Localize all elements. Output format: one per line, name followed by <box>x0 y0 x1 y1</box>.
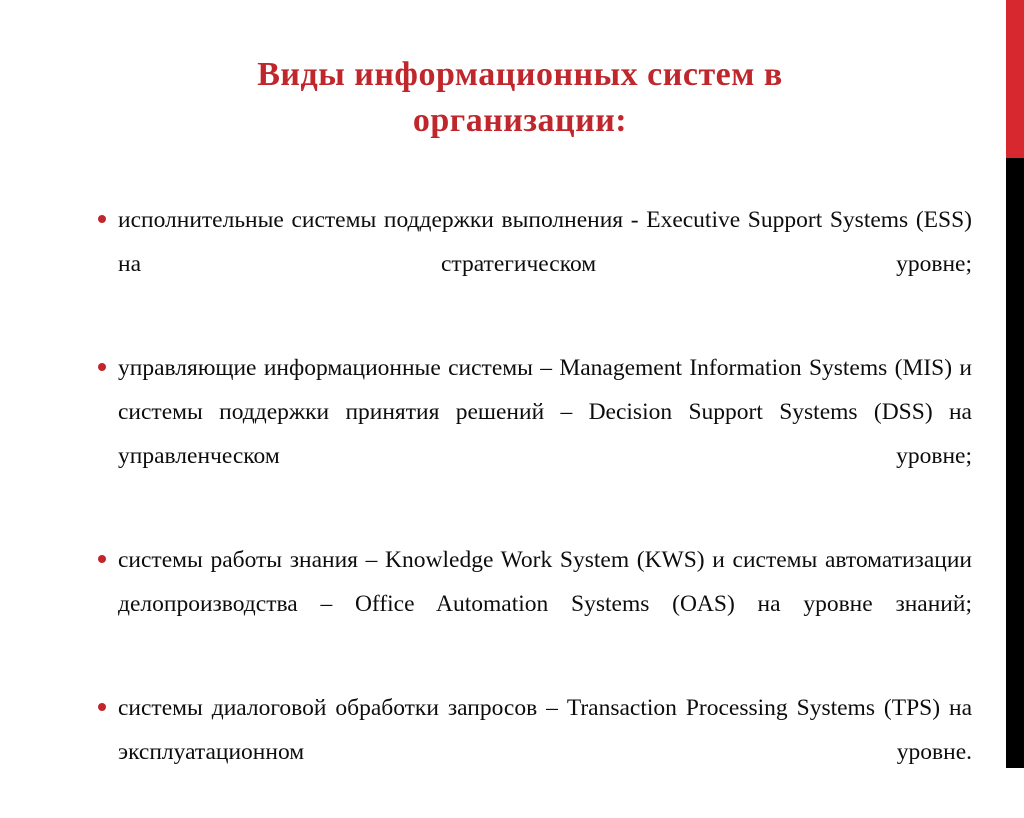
edge-bar-red-segment <box>1006 0 1024 158</box>
round-bullet-icon <box>98 555 106 563</box>
round-bullet-icon <box>98 215 106 223</box>
list-item: системы диалоговой обработки запросов – … <box>92 686 972 818</box>
slide-title-line-2: организации: <box>412 102 628 139</box>
slide-title-line-1: Виды информационных систем в <box>257 56 783 93</box>
slide-title: Виды информационных систем в организации… <box>150 52 890 144</box>
list-item: исполнительные системы поддержки выполне… <box>92 198 972 330</box>
round-bullet-icon <box>98 363 106 371</box>
list-item-text: системы диалоговой обработки запросов – … <box>118 695 972 765</box>
edge-bar-black-segment <box>1006 158 1024 768</box>
list-item-text: исполнительные системы поддержки выполне… <box>118 207 972 277</box>
slide: Виды информационных систем в организации… <box>0 0 1024 768</box>
edge-decoration-bar <box>1006 0 1024 768</box>
list-item-text: управляющие информационные системы – Man… <box>118 355 972 469</box>
round-bullet-icon <box>98 703 106 711</box>
list-item: системы работы знания – Knowledge Work S… <box>92 538 972 670</box>
list-item-text: системы работы знания – Knowledge Work S… <box>118 547 972 617</box>
list-item: управляющие информационные системы – Man… <box>92 346 972 522</box>
bullet-list: исполнительные системы поддержки выполне… <box>92 198 972 818</box>
